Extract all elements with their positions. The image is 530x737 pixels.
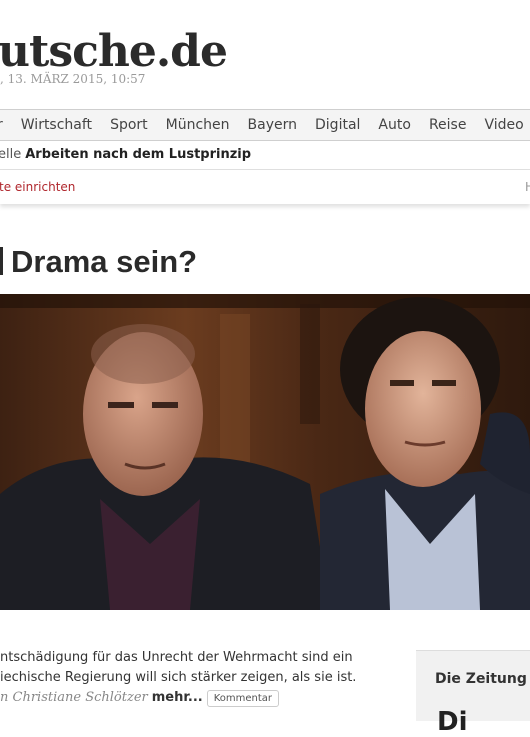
sidebar-title: Die Zeitung i <box>435 671 530 687</box>
teaser-line-1: ntschädigung für das Unrecht der Wehrmac… <box>0 650 353 665</box>
settings-right-link[interactable]: H <box>525 180 530 194</box>
more-link[interactable]: mehr... <box>152 688 203 708</box>
byline-row: n Christiane Schlötzer mehr... Kommentar <box>0 688 370 708</box>
nav-item-auto[interactable]: Auto <box>378 117 411 133</box>
main-nav: r Wirtschaft Sport München Bayern Digita… <box>0 109 530 141</box>
settings-bar: te einrichten H <box>0 170 530 204</box>
site-logo[interactable]: utsche.de <box>0 26 228 77</box>
homepage-setup-link[interactable]: te einrichten <box>0 180 75 194</box>
comment-badge[interactable]: Kommentar <box>206 689 280 707</box>
nav-item-reise[interactable]: Reise <box>429 117 467 133</box>
sidebar-promo[interactable]: Die Zeitung i Di <box>416 650 530 737</box>
nav-item-digital[interactable]: Digital <box>315 117 360 133</box>
nav-item-sport[interactable]: Sport <box>110 117 148 133</box>
article-photo[interactable] <box>0 294 530 610</box>
photo-illustration <box>0 294 530 610</box>
nav-item-partial[interactable]: r <box>0 117 3 133</box>
article-teaser[interactable]: ntschädigung für das Unrecht der Wehrmac… <box>0 648 370 708</box>
dateline: , 13. MÄRZ 2015, 10:57 <box>0 72 146 86</box>
ticker-link[interactable]: Arbeiten nach dem Lustprinzip <box>25 147 251 162</box>
nav-item-bayern[interactable]: Bayern <box>248 117 297 133</box>
ticker-prefix: elle <box>0 147 22 162</box>
news-ticker: elle Arbeiten nach dem Lustprinzip <box>0 140 530 170</box>
sidebar-glyph: Di <box>437 707 468 737</box>
headline-cut-glyph <box>0 247 3 275</box>
nav-item-muenchen[interactable]: München <box>166 117 230 133</box>
nav-item-video[interactable]: Video <box>484 117 523 133</box>
teaser-line-2: iechische Regierung will sich stärker ze… <box>0 670 357 685</box>
byline: n Christiane Schlötzer <box>0 690 148 705</box>
headline-text: Drama sein? <box>11 244 198 279</box>
nav-item-wirtschaft[interactable]: Wirtschaft <box>21 117 92 133</box>
article-headline[interactable]: Drama sein? <box>0 244 197 280</box>
